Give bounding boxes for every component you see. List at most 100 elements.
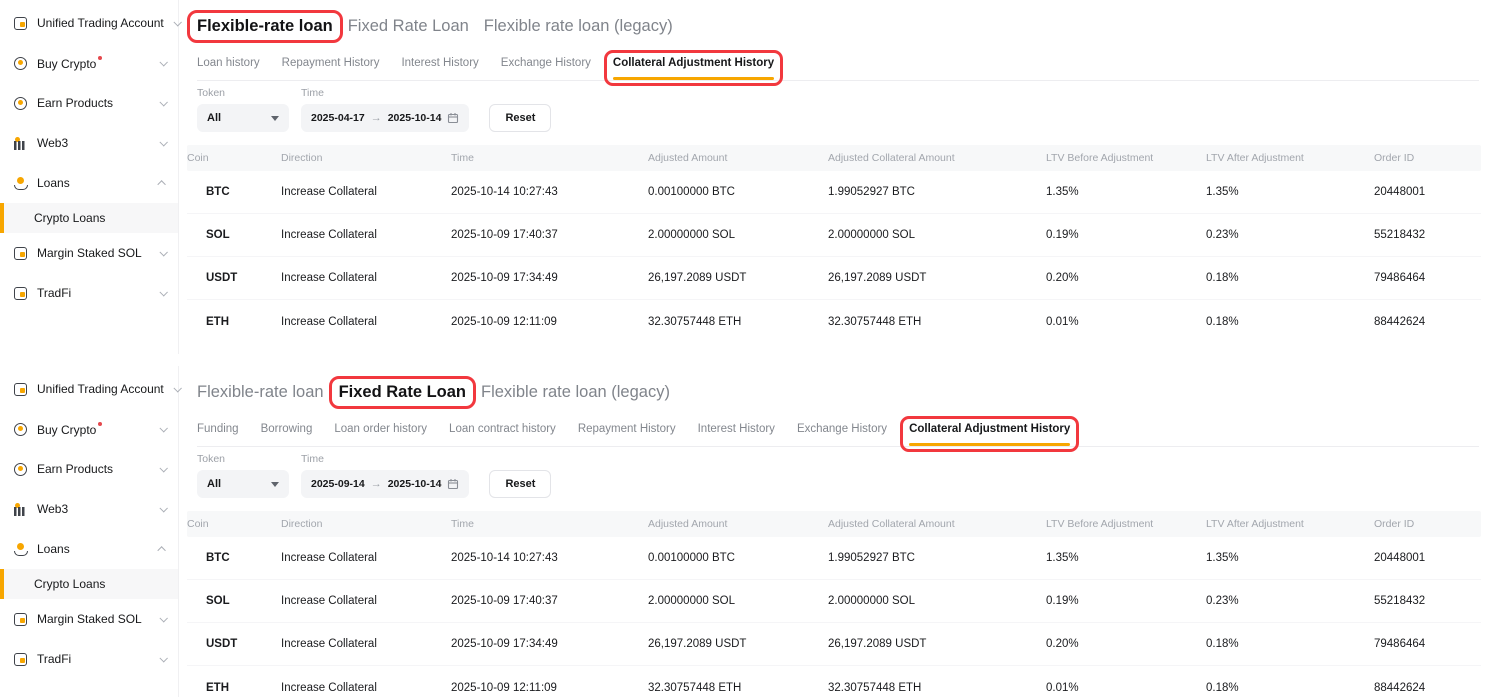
- main-tab-label: Fixed Rate Loan: [339, 383, 466, 401]
- sidebar-item-buy-crypto[interactable]: Buy Crypto: [0, 43, 178, 83]
- column-header: LTV After Adjustment: [1206, 152, 1374, 164]
- chevron-down-icon: [159, 98, 167, 106]
- cell-direction: Increase Collateral: [281, 316, 451, 328]
- main-tab[interactable]: Fixed Rate Loan: [348, 17, 469, 36]
- tradfi-icon: [14, 653, 27, 666]
- sub-tab[interactable]: Repayment History: [578, 423, 676, 446]
- sub-tab[interactable]: Loan history: [197, 57, 260, 80]
- sub-tab-label: Collateral Adjustment History: [613, 57, 774, 69]
- fixed-rate-loan-panel: Unified Trading Account Buy Crypto Earn …: [0, 366, 1493, 697]
- sub-tab[interactable]: Loan order history: [334, 423, 427, 446]
- token-select[interactable]: All: [197, 104, 289, 132]
- calendar-icon: [447, 112, 459, 124]
- sidebar-item-unified-trading-account[interactable]: Unified Trading Account: [0, 369, 178, 409]
- table-row: USDT Increase Collateral 2025-10-09 17:3…: [187, 257, 1481, 300]
- sidebar-item-buy-crypto[interactable]: Buy Crypto: [0, 409, 178, 449]
- sub-tab[interactable]: Collateral Adjustment History: [909, 423, 1070, 446]
- sidebar-item-label: Unified Trading Account: [37, 16, 164, 30]
- main-tab[interactable]: Flexible-rate loan: [197, 17, 333, 36]
- main-tab[interactable]: Fixed Rate Loan: [339, 383, 466, 402]
- main-tab-label: Flexible-rate loan: [197, 17, 333, 35]
- main-tab[interactable]: Flexible-rate loan: [197, 383, 324, 402]
- sidebar-item-loans[interactable]: Loans: [0, 529, 178, 569]
- sidebar-item-crypto-loans[interactable]: Crypto Loans: [0, 203, 178, 233]
- trading-account-icon: [14, 383, 27, 396]
- sidebar-item-margin-staked-sol[interactable]: Margin Staked SOL: [0, 599, 178, 639]
- cell-direction: Increase Collateral: [281, 682, 451, 694]
- cell-adjusted-collateral-amount: 32.30757448 ETH: [828, 316, 1046, 328]
- sidebar-item-loans[interactable]: Loans: [0, 163, 178, 203]
- sidebar-item-label: Buy Crypto: [37, 56, 150, 71]
- collateral-adjustment-table: Coin Direction Time Adjusted Amount Adju…: [187, 511, 1481, 697]
- cell-coin: BTC: [187, 552, 281, 564]
- time-label: Time: [301, 87, 469, 99]
- column-header: Direction: [281, 152, 451, 164]
- sub-tab[interactable]: Borrowing: [261, 423, 313, 446]
- sidebar-nav: Unified Trading Account Buy Crypto Earn …: [0, 0, 178, 313]
- table-row: ETH Increase Collateral 2025-10-09 12:11…: [187, 666, 1481, 697]
- date-to-value: 2025-10-14: [388, 478, 442, 490]
- cell-ltv-after-adjustment: 1.35%: [1206, 186, 1374, 198]
- sidebar-item-label: Earn Products: [37, 462, 150, 476]
- sub-tab[interactable]: Exchange History: [501, 57, 591, 80]
- sub-tab[interactable]: Exchange History: [797, 423, 887, 446]
- sub-tab-label: Borrowing: [261, 423, 313, 435]
- main-tab[interactable]: Flexible rate loan (legacy): [481, 383, 670, 402]
- sidebar-item-crypto-loans[interactable]: Crypto Loans: [0, 569, 178, 599]
- sub-tab[interactable]: Repayment History: [282, 57, 380, 80]
- main-tab[interactable]: Flexible rate loan (legacy): [484, 17, 673, 36]
- sub-tab-label: Interest History: [401, 57, 478, 69]
- column-header: Time: [451, 518, 648, 530]
- main-tab-label: Flexible-rate loan: [197, 383, 324, 401]
- sidebar-item-tradfi[interactable]: TradFi: [0, 639, 178, 679]
- cell-ltv-after-adjustment: 1.35%: [1206, 552, 1374, 564]
- reset-button[interactable]: Reset: [489, 104, 551, 132]
- sub-tab[interactable]: Loan contract history: [449, 423, 556, 446]
- column-header: LTV Before Adjustment: [1046, 518, 1206, 530]
- cell-order-id: 55218432: [1374, 229, 1481, 241]
- cell-order-id: 88442624: [1374, 682, 1481, 694]
- date-to-value: 2025-10-14: [388, 112, 442, 124]
- sidebar-item-web3[interactable]: Web3: [0, 489, 178, 529]
- sub-tab-label: Interest History: [698, 423, 775, 435]
- chevron-down-icon: [157, 180, 165, 188]
- date-range-input[interactable]: 2025-09-14 → 2025-10-14: [301, 470, 469, 498]
- sub-tab[interactable]: Funding: [197, 423, 239, 446]
- trading-account-icon: [14, 17, 27, 30]
- cell-time: 2025-10-09 17:40:37: [451, 229, 648, 241]
- chevron-down-icon: [159, 288, 167, 296]
- sub-tab[interactable]: Interest History: [401, 57, 478, 80]
- cell-ltv-before-adjustment: 0.19%: [1046, 229, 1206, 241]
- tradfi-icon: [14, 287, 27, 300]
- sidebar-item-earn-products[interactable]: Earn Products: [0, 449, 178, 489]
- reset-button[interactable]: Reset: [489, 470, 551, 498]
- web3-icon: [14, 137, 27, 150]
- cell-time: 2025-10-14 10:27:43: [451, 552, 648, 564]
- sub-tab-label: Exchange History: [501, 57, 591, 69]
- cell-order-id: 55218432: [1374, 595, 1481, 607]
- cell-direction: Increase Collateral: [281, 595, 451, 607]
- sidebar: Unified Trading Account Buy Crypto Earn …: [0, 0, 179, 354]
- cell-adjusted-amount: 32.30757448 ETH: [648, 682, 828, 694]
- table-row: SOL Increase Collateral 2025-10-09 17:40…: [187, 214, 1481, 257]
- sidebar-item-margin-staked-sol[interactable]: Margin Staked SOL: [0, 233, 178, 273]
- sidebar-item-web3[interactable]: Web3: [0, 123, 178, 163]
- cell-time: 2025-10-09 17:40:37: [451, 595, 648, 607]
- sidebar-item-earn-products[interactable]: Earn Products: [0, 83, 178, 123]
- chevron-down-icon: [159, 614, 167, 622]
- cell-order-id: 20448001: [1374, 186, 1481, 198]
- cell-ltv-before-adjustment: 0.19%: [1046, 595, 1206, 607]
- token-select[interactable]: All: [197, 470, 289, 498]
- date-range-input[interactable]: 2025-04-17 → 2025-10-14: [301, 104, 469, 132]
- sidebar-item-tradfi[interactable]: TradFi: [0, 273, 178, 313]
- column-header: Time: [451, 152, 648, 164]
- cell-adjusted-amount: 2.00000000 SOL: [648, 229, 828, 241]
- sub-tab[interactable]: Collateral Adjustment History: [613, 57, 774, 80]
- sub-tab[interactable]: Interest History: [698, 423, 775, 446]
- main-tab-label: Flexible rate loan (legacy): [481, 383, 670, 401]
- token-select-value: All: [207, 112, 221, 124]
- sidebar-item-label: Margin Staked SOL: [37, 612, 150, 626]
- sidebar-item-unified-trading-account[interactable]: Unified Trading Account: [0, 3, 178, 43]
- cell-adjusted-collateral-amount: 2.00000000 SOL: [828, 595, 1046, 607]
- loans-icon: [14, 543, 27, 556]
